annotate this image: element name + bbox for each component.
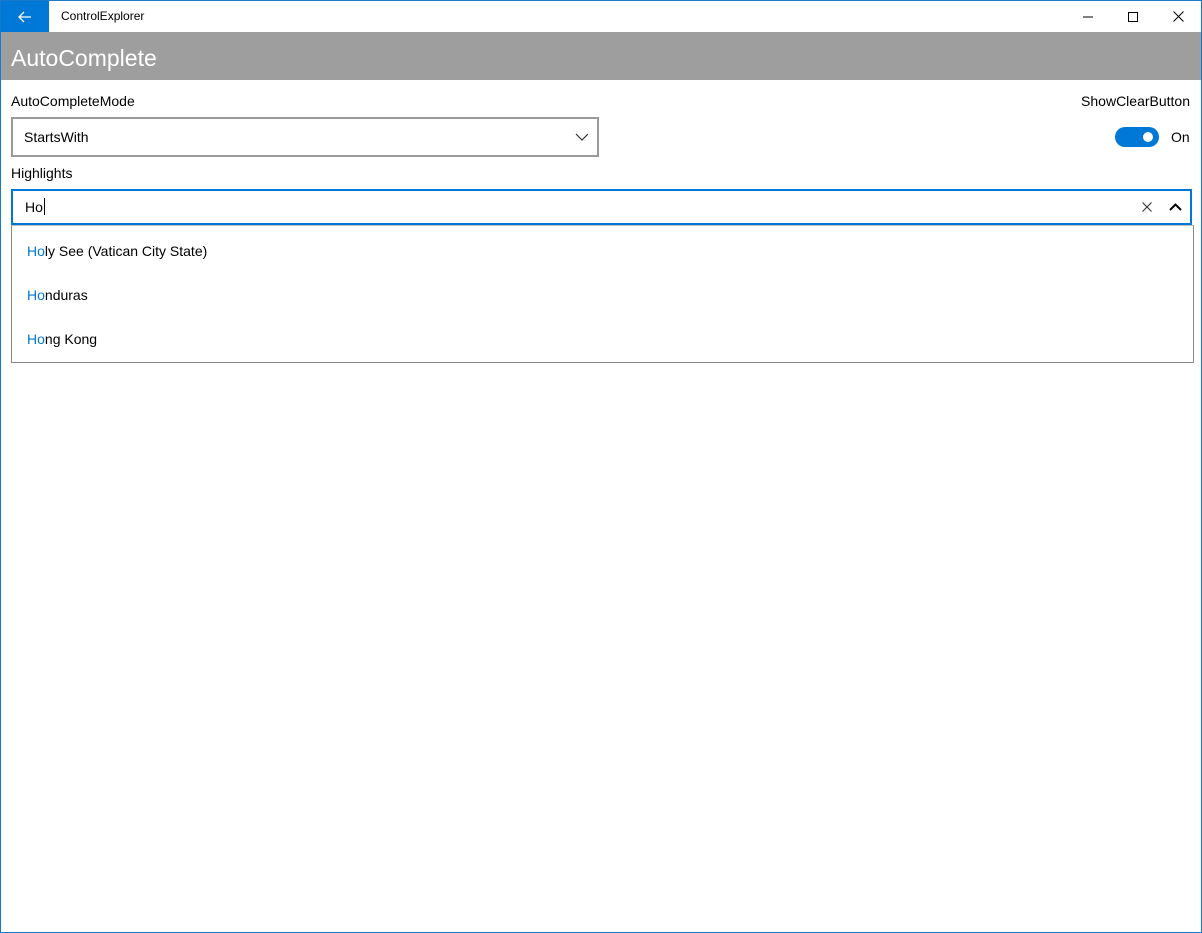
suggestion-list: Holy See (Vatican City State) Honduras H… — [11, 225, 1194, 363]
input-value: Ho — [25, 199, 43, 215]
toggle-state-text: On — [1171, 129, 1190, 145]
suggestion-match: Ho — [27, 331, 45, 347]
dropdown-toggle-button[interactable] — [1165, 197, 1185, 217]
highlights-label: Highlights — [11, 165, 73, 181]
suggestion-match: Ho — [27, 243, 45, 259]
chevron-down-icon — [575, 133, 589, 141]
highlights-autocomplete-input[interactable]: Ho — [11, 189, 1192, 225]
clear-x-icon — [1142, 202, 1152, 212]
maximize-button[interactable] — [1110, 1, 1156, 32]
autocomplete-mode-combobox[interactable]: StartsWith — [11, 117, 599, 157]
show-clear-button-toggle[interactable] — [1115, 127, 1159, 147]
window-title: ControlExplorer — [61, 9, 145, 23]
page-title: AutoComplete — [11, 45, 157, 71]
text-caret — [43, 198, 45, 215]
autocomplete-mode-label: AutoCompleteMode — [11, 93, 135, 109]
clear-button[interactable] — [1137, 197, 1157, 217]
input-text: Ho — [25, 191, 45, 223]
suggestion-rest: ly See (Vatican City State) — [44, 243, 208, 259]
back-button[interactable] — [1, 1, 49, 32]
close-icon — [1172, 11, 1184, 22]
maximize-icon — [1128, 11, 1138, 22]
close-button[interactable] — [1155, 1, 1201, 32]
page-header: AutoComplete — [1, 32, 1201, 80]
suggestion-rest: nduras — [44, 287, 88, 303]
app-window: ControlExplorer AutoComplete AutoComplet… — [0, 0, 1202, 933]
suggestion-rest: ng Kong — [44, 331, 98, 347]
toggle-knob — [1143, 132, 1153, 142]
show-clear-button-label: ShowClearButton — [1081, 93, 1190, 109]
suggestion-match: Ho — [27, 287, 45, 303]
suggestion-item[interactable]: Holy See (Vatican City State) — [12, 229, 1193, 273]
suggestion-item[interactable]: Hong Kong — [12, 317, 1193, 361]
suggestion-item[interactable]: Honduras — [12, 273, 1193, 317]
chevron-up-icon — [1168, 203, 1182, 211]
back-arrow-icon — [18, 11, 31, 22]
minimize-button[interactable] — [1065, 1, 1111, 32]
title-bar: ControlExplorer — [1, 1, 1201, 32]
combobox-selected-value: StartsWith — [24, 129, 89, 145]
minimize-icon — [1083, 16, 1093, 17]
